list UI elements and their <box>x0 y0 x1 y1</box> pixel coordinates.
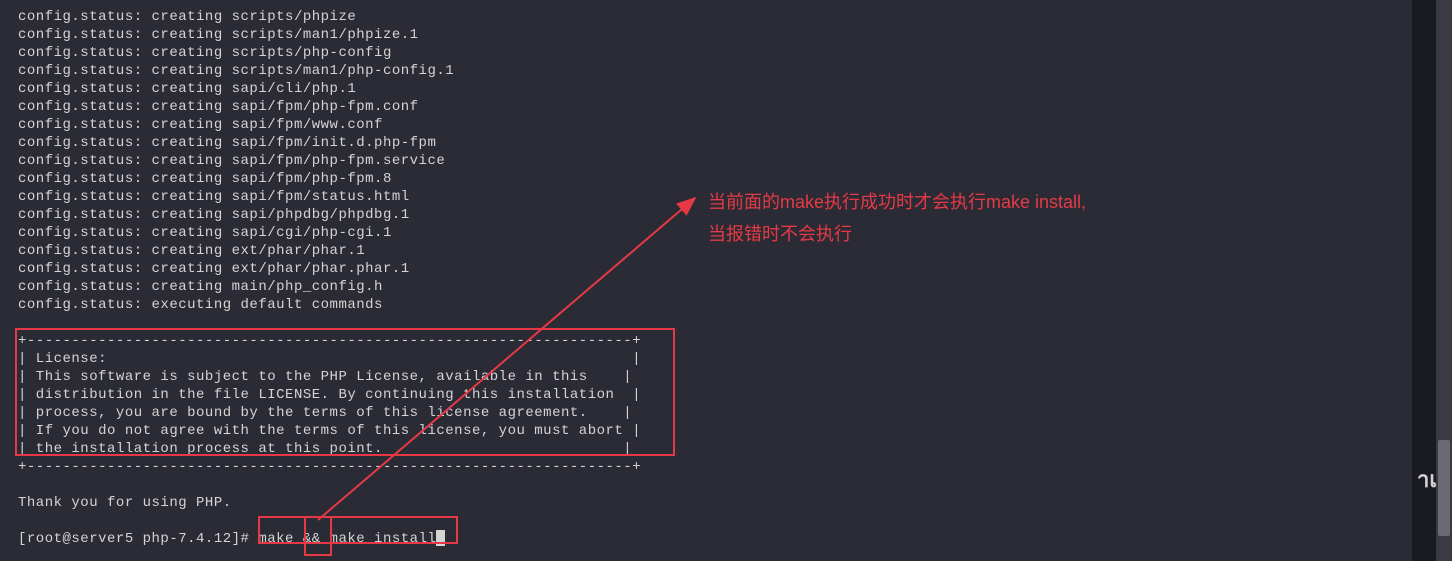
terminal-output-line: | License: | <box>18 350 1394 368</box>
terminal-output: config.status: creating scripts/phpizeco… <box>18 8 1394 530</box>
annotation-text-line2: 当报错时不会执行 <box>708 220 852 246</box>
annotation-text-line1: 当前面的make执行成功时才会执行make install, <box>708 188 1086 214</box>
terminal-output-line: Thank you for using PHP. <box>18 494 1394 512</box>
shell-prompt: [root@server5 php-7.4.12]# <box>18 531 258 547</box>
terminal-output-line: +---------------------------------------… <box>18 332 1394 350</box>
terminal-output-line <box>18 512 1394 530</box>
shell-command: make && make install <box>258 531 436 547</box>
terminal-output-line: config.status: creating sapi/fpm/php-fpm… <box>18 152 1394 170</box>
terminal-output-line: | process, you are bound by the terms of… <box>18 404 1394 422</box>
terminal-output-line: config.status: creating sapi/cgi/php-cgi… <box>18 224 1394 242</box>
terminal-output-line: config.status: creating sapi/fpm/php-fpm… <box>18 170 1394 188</box>
terminal-output-line: config.status: creating scripts/man1/php… <box>18 62 1394 80</box>
terminal-output-line: | This software is subject to the PHP Li… <box>18 368 1394 386</box>
terminal-prompt-line[interactable]: [root@server5 php-7.4.12]# make && make … <box>18 530 1394 548</box>
terminal-output-line: config.status: creating ext/phar/phar.1 <box>18 242 1394 260</box>
terminal-output-line: config.status: creating sapi/fpm/www.con… <box>18 116 1394 134</box>
right-edge-text: าเ <box>1417 462 1436 497</box>
terminal-output-line: config.status: executing default command… <box>18 296 1394 314</box>
cursor-icon <box>436 530 445 546</box>
terminal-output-line: config.status: creating sapi/fpm/status.… <box>18 188 1394 206</box>
terminal-output-line: config.status: creating sapi/phpdbg/phpd… <box>18 206 1394 224</box>
terminal-output-line: config.status: creating scripts/php-conf… <box>18 44 1394 62</box>
terminal-output-line: config.status: creating main/php_config.… <box>18 278 1394 296</box>
terminal-window[interactable]: config.status: creating scripts/phpizeco… <box>0 0 1412 561</box>
terminal-output-line: config.status: creating scripts/phpize <box>18 8 1394 26</box>
scrollbar-track[interactable] <box>1436 0 1452 561</box>
terminal-output-line: config.status: creating sapi/fpm/php-fpm… <box>18 98 1394 116</box>
terminal-output-line <box>18 476 1394 494</box>
terminal-output-line: +---------------------------------------… <box>18 458 1394 476</box>
terminal-output-line <box>18 314 1394 332</box>
terminal-output-line: config.status: creating ext/phar/phar.ph… <box>18 260 1394 278</box>
terminal-output-line: config.status: creating scripts/man1/php… <box>18 26 1394 44</box>
terminal-output-line: | If you do not agree with the terms of … <box>18 422 1394 440</box>
terminal-output-line: config.status: creating sapi/cli/php.1 <box>18 80 1394 98</box>
right-panel-edge: าเ <box>1412 0 1436 561</box>
terminal-output-line: | the installation process at this point… <box>18 440 1394 458</box>
terminal-output-line: | distribution in the file LICENSE. By c… <box>18 386 1394 404</box>
scrollbar-thumb[interactable] <box>1438 440 1450 536</box>
terminal-output-line: config.status: creating sapi/fpm/init.d.… <box>18 134 1394 152</box>
